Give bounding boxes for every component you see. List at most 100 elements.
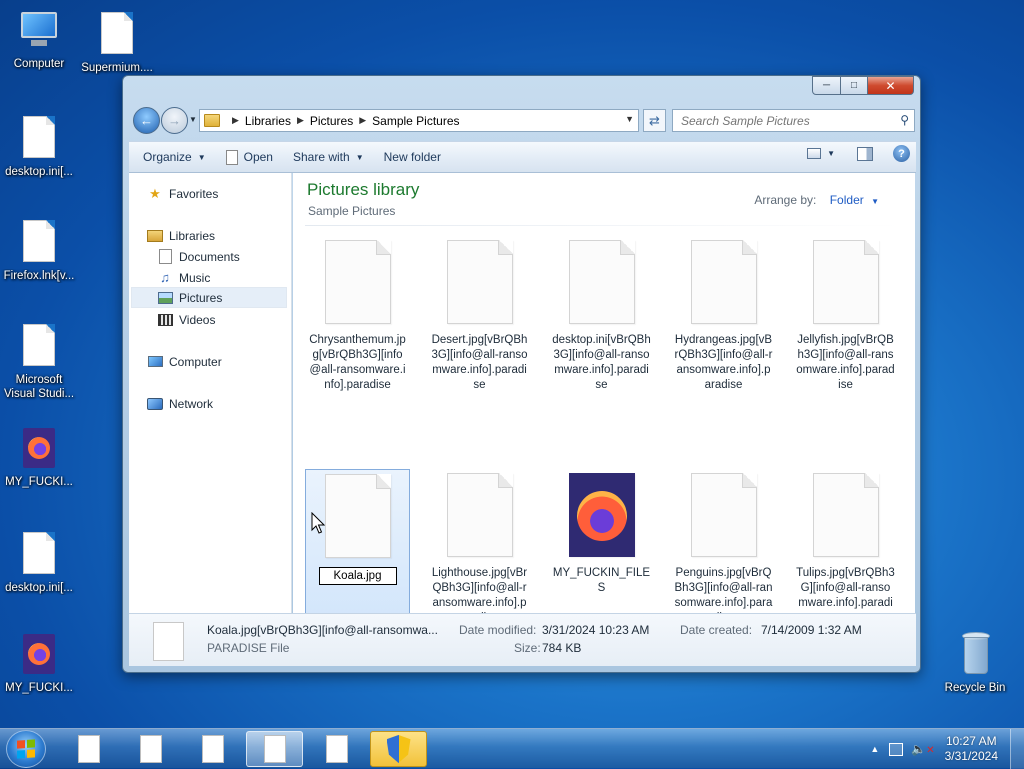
nav-item-music[interactable]: ♫ Music	[157, 267, 210, 288]
maximize-button[interactable]: □	[841, 76, 868, 95]
search-icon[interactable]: ⚲	[900, 113, 909, 127]
refresh-button[interactable]: ⇄	[643, 109, 666, 132]
show-desktop-button[interactable]	[1010, 729, 1024, 769]
network-icon	[147, 396, 163, 411]
library-title: Pictures library	[307, 180, 420, 199]
nav-item-network[interactable]: Network	[147, 393, 213, 414]
desktop-icon-computer[interactable]: Computer	[1, 10, 77, 71]
taskbar-app-security[interactable]	[370, 731, 427, 767]
arrange-by-dropdown[interactable]: Folder	[830, 193, 864, 207]
documents-icon	[157, 249, 173, 264]
taskbar: ▲ 🔈✕ 10:27 AM 3/31/2024	[0, 728, 1024, 769]
search-box[interactable]: ⚲	[672, 109, 915, 132]
nav-item-libraries[interactable]: Libraries	[147, 225, 215, 246]
desktop-icon-my-files-2[interactable]: MY_FUCKI...	[1, 634, 77, 695]
desktop-icon-label: Visual Studi...	[3, 388, 75, 400]
desktop-icon-firefox-lnk[interactable]: Firefox.lnk[v...	[1, 220, 77, 283]
file-tile[interactable]: Chrysanthemum.jpg[vBrQBh3G][info@all-ran…	[305, 236, 410, 396]
file-tile[interactable]: desktop.ini[vBrQBh3G][info@all-ransomwar…	[549, 236, 654, 396]
details-pane: Koala.jpg[vBrQBh3G][info@all-ransomwa...…	[129, 613, 916, 666]
document-icon	[101, 12, 133, 54]
file-icon	[446, 473, 513, 557]
help-icon[interactable]: ?	[893, 145, 910, 162]
nav-item-pictures[interactable]: Pictures	[131, 287, 287, 308]
preview-pane-icon[interactable]	[857, 146, 873, 161]
nav-item-computer[interactable]: Computer	[147, 351, 222, 372]
network-icon[interactable]	[889, 742, 904, 756]
file-tile[interactable]: Lighthouse.jpg[vBrQBh3G][info@all-ransom…	[427, 469, 532, 613]
breadcrumb-sample-pictures[interactable]: Sample Pictures	[372, 114, 459, 128]
arrange-by-label: Arrange by:	[754, 193, 817, 207]
file-tile[interactable]: Hydrangeas.jpg[vBrQBh3G][info@all-ransom…	[671, 236, 776, 396]
desktop-icon-supermium[interactable]: Supermium....	[79, 12, 155, 75]
nav-item-videos[interactable]: Videos	[157, 309, 215, 330]
chevron-right-icon[interactable]: ▶	[359, 115, 366, 126]
taskbar-app[interactable]	[60, 731, 117, 767]
chevron-down-icon: ▼	[355, 152, 364, 162]
arrange-by: Arrange by: Folder ▼	[754, 193, 879, 207]
file-tile[interactable]: Tulips.jpg[vBrQBh3G][info@all-ransomware…	[793, 469, 898, 613]
desktop-icon-desktop-ini[interactable]: desktop.ini[...	[1, 116, 77, 179]
desktop-icon-recycle-bin[interactable]: Recycle Bin	[937, 632, 1013, 695]
file-name: Penguins.jpg[vBrQBh3G][info@all-ransomwa…	[674, 567, 773, 613]
rename-input[interactable]: Koala.jpg	[318, 567, 397, 585]
chevron-right-icon[interactable]: ▶	[232, 115, 239, 126]
breadcrumb-libraries[interactable]: Libraries	[245, 114, 291, 128]
desktop-icon-label: Microsoft	[15, 374, 63, 386]
desktop-icon-desktop-ini-2[interactable]: desktop.ini[...	[1, 532, 77, 595]
nav-item-documents[interactable]: Documents	[157, 246, 240, 267]
nav-item-favorites[interactable]: ★ Favorites	[147, 183, 218, 204]
new-folder-button[interactable]: New folder	[378, 144, 447, 170]
desktop-icon-visual-studio[interactable]: Microsoft Visual Studi...	[1, 324, 77, 401]
organize-label: Organize	[143, 150, 192, 164]
show-hidden-icons-button[interactable]: ▲	[870, 744, 879, 754]
star-icon: ★	[149, 185, 161, 201]
chevron-right-icon[interactable]: ▶	[297, 115, 304, 126]
desktop-icon-label: Firefox.lnk[v...	[3, 270, 75, 282]
address-dropdown-icon[interactable]: ▼	[625, 114, 634, 124]
search-input[interactable]	[679, 112, 879, 129]
volume-muted-icon[interactable]: 🔈✕	[911, 742, 934, 756]
start-button[interactable]	[6, 730, 46, 768]
open-button[interactable]: Open	[220, 144, 279, 170]
chevron-down-icon[interactable]: ▼	[871, 197, 879, 206]
view-options-dropdown[interactable]: ▼	[827, 149, 835, 158]
navigation-bar: ← → ▼ ▶ Libraries ▶ Pictures ▶ Sample Pi…	[131, 106, 915, 136]
forward-button[interactable]: →	[161, 107, 188, 134]
date-modified-label: Date modified:	[459, 623, 537, 637]
change-view-icon[interactable]	[807, 148, 822, 159]
music-icon: ♫	[160, 270, 170, 285]
clock[interactable]: 10:27 AM 3/31/2024	[945, 734, 998, 764]
file-tile-selected[interactable]: Koala.jpg	[305, 469, 410, 613]
system-tray: ▲ 🔈✕ 10:27 AM 3/31/2024	[870, 729, 1024, 769]
desktop-icon-my-files[interactable]: MY_FUCKI...	[1, 428, 77, 489]
back-button[interactable]: ←	[133, 107, 160, 134]
organize-button[interactable]: Organize ▼	[137, 144, 212, 170]
file-tile[interactable]: MY_FUCKIN_FILES	[549, 469, 654, 613]
desktop-icon-label: MY_FUCKI...	[5, 682, 73, 694]
taskbar-app[interactable]	[308, 731, 365, 767]
nav-item-label: Music	[179, 270, 211, 285]
file-tile[interactable]: Jellyfish.jpg[vBrQBh3G][info@all-ransomw…	[793, 236, 898, 396]
file-icon	[812, 473, 879, 557]
file-icon	[812, 240, 879, 324]
explorer-window[interactable]: ─ □ ✕ ← → ▼ ▶ Libraries ▶ Pictures ▶ Sam…	[122, 75, 921, 673]
desktop-icon-label: Supermium....	[81, 62, 153, 74]
file-name: Jellyfish.jpg[vBrQBh3G][info@all-ransomw…	[796, 334, 895, 391]
view-controls: ▼ ?	[807, 145, 910, 162]
document-icon	[23, 532, 55, 574]
taskbar-app[interactable]	[122, 731, 179, 767]
file-tile[interactable]: Penguins.jpg[vBrQBh3G][info@all-ransomwa…	[671, 469, 776, 613]
breadcrumb-pictures[interactable]: Pictures	[310, 114, 353, 128]
file-tile[interactable]: Desert.jpg[vBrQBh3G][info@all-ransomware…	[427, 236, 532, 396]
taskbar-app[interactable]	[184, 731, 241, 767]
minimize-button[interactable]: ─	[812, 76, 841, 95]
taskbar-app-active[interactable]	[246, 731, 303, 767]
document-icon	[23, 116, 55, 158]
nav-item-label: Computer	[169, 354, 222, 369]
address-bar[interactable]: ▶ Libraries ▶ Pictures ▶ Sample Pictures…	[199, 109, 639, 132]
file-icon	[153, 622, 184, 661]
recent-pages-dropdown[interactable]: ▼	[189, 115, 197, 124]
share-with-button[interactable]: Share with ▼	[287, 144, 370, 170]
close-button[interactable]: ✕	[868, 76, 914, 95]
